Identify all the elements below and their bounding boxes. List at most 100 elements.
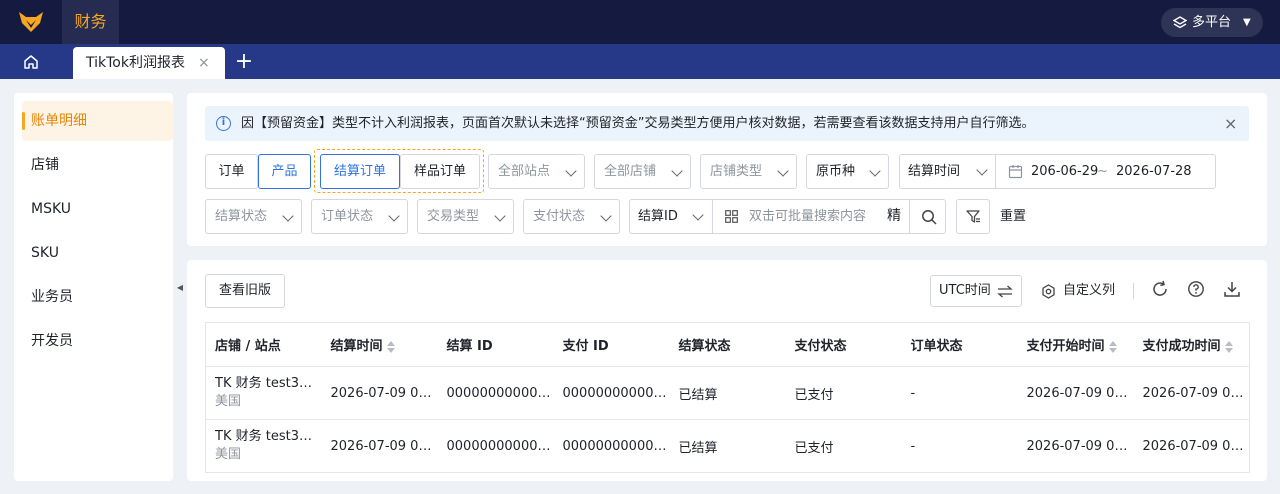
settle-status-select[interactable]: 结算状态 [205, 199, 302, 234]
trade-type-select[interactable]: 交易类型 [417, 199, 514, 234]
swap-icon [997, 285, 1013, 298]
column-header-label: 支付开始时间 [1026, 339, 1105, 354]
chevron-down-icon [777, 165, 789, 177]
table-row[interactable]: TK 财务 test3… 美国 2026-07-09 00:… 000000000… [205, 366, 1250, 420]
column-header-settle-time[interactable]: 结算时间 [321, 322, 438, 367]
sort-icon[interactable] [386, 340, 395, 354]
date-separator: ~ [1097, 164, 1108, 179]
currency-select[interactable]: 原币种 [806, 154, 889, 189]
cell-settle-time: 2026-07-09 00:… [330, 438, 438, 454]
column-header-pay-id: 支付 ID [553, 322, 670, 367]
column-header-label: 支付成功时间 [1142, 339, 1221, 354]
order-status-value: 订单状态 [321, 209, 374, 224]
help-icon[interactable] [1187, 280, 1205, 298]
sidebar-item-store[interactable]: 店铺 [22, 145, 173, 185]
utc-toggle-button[interactable]: UTC时间 [930, 275, 1022, 307]
dimension-product-button[interactable]: 产品 [258, 154, 311, 189]
bill-table: 店铺 / 站点 结算时间 结算 ID 支付 ID 结算状态 支付状态 订单状态 … [205, 322, 1250, 473]
cell-store: TK 财务 test3… 美国 [206, 420, 322, 473]
dimension-order-button[interactable]: 订单 [205, 154, 258, 189]
chevron-down-icon [565, 165, 577, 177]
batch-grid-icon[interactable] [725, 210, 738, 223]
column-header-label: 结算 ID [446, 339, 493, 354]
calendar-icon [1008, 165, 1023, 179]
chevron-down-icon [869, 165, 881, 177]
filter-button[interactable] [956, 199, 990, 234]
old-version-button[interactable]: 查看旧版 [205, 274, 285, 308]
settle-order-button[interactable]: 结算订单 [320, 154, 400, 189]
store-select[interactable]: 全部店铺 [594, 154, 691, 189]
column-header-store: 店铺 / 站点 [205, 322, 322, 367]
top-bar: 财务 多平台 ▼ [0, 0, 1280, 44]
notice-text: 因【预留资金】类型不计入利润报表，页面首次默认未选择“预留资金”交易类型方便用户… [241, 116, 1035, 131]
date-end[interactable]: 2026-07-28 [1116, 155, 1192, 188]
cell-settle-time: 2026-07-09 00:… [321, 366, 438, 420]
custom-columns-button[interactable]: 自定义列 [1041, 275, 1115, 307]
sidebar-item-developer[interactable]: 开发员 [22, 321, 173, 361]
cell-store: TK 财务 test3… 美国 [205, 366, 322, 420]
search-icon[interactable] [921, 209, 937, 225]
search-type-select[interactable]: 结算ID [630, 200, 713, 233]
cell-settle-id: 00000000000… [446, 438, 551, 454]
module-finance[interactable]: 财务 [62, 0, 119, 44]
sidebar-item-bill-detail[interactable]: 账单明细 [22, 101, 173, 141]
sidebar-item-msku[interactable]: MSKU [22, 189, 173, 229]
column-header-label: 结算时间 [330, 339, 383, 354]
sidebar-item-salesperson[interactable]: 业务员 [22, 277, 173, 317]
platform-selector[interactable]: 多平台 ▼ [1161, 8, 1263, 37]
add-tab-button[interactable]: + [231, 47, 257, 77]
tab-close-icon[interactable]: × [198, 47, 210, 79]
caret-down-icon: ▼ [1243, 17, 1251, 28]
divider [909, 200, 910, 233]
table-row[interactable]: TK 财务 test3… 美国 2026-07-09 00:… 000000000… [206, 420, 1250, 473]
filter-panel: i 因【预留资金】类型不计入利润报表，页面首次默认未选择“预留资金”交易类型方便… [187, 93, 1267, 246]
date-range-filter[interactable]: 结算时间 206-06-29 ~ 2026-07-28 [899, 154, 1216, 189]
sort-icon[interactable] [1224, 340, 1233, 354]
column-header-label: 支付 ID [562, 339, 609, 354]
sample-order-button[interactable]: 样品订单 [400, 154, 480, 189]
site-name: 美国 [215, 447, 242, 462]
search-group: 结算ID 双击可批量搜索内容 精 [629, 199, 946, 234]
chevron-down-icon [671, 165, 683, 177]
home-icon [24, 54, 38, 69]
cell-pay-id: 00000000000… [553, 366, 670, 420]
platform-label: 多平台 [1192, 15, 1232, 30]
chevron-down-icon [692, 209, 704, 221]
settings-icon [1042, 284, 1055, 299]
settle-status-value: 结算状态 [215, 209, 268, 224]
search-input[interactable]: 双击可批量搜索内容 [749, 200, 866, 233]
sidebar-item-sku[interactable]: SKU [22, 233, 173, 273]
cell-pay-status: 已支付 [794, 440, 834, 456]
column-header-settle-status: 结算状态 [669, 322, 786, 367]
reset-button[interactable]: 重置 [1000, 199, 1026, 234]
pay-status-select[interactable]: 支付状态 [523, 199, 620, 234]
sidebar-collapse-icon[interactable]: ◀ [173, 270, 187, 306]
column-header-pay-start-time[interactable]: 支付开始时间 [1017, 322, 1134, 367]
store-name: TK 财务 test3… [215, 429, 312, 444]
home-button[interactable] [0, 44, 62, 79]
currency-select-value: 原币种 [816, 164, 856, 179]
store-type-select[interactable]: 店铺类型 [700, 154, 797, 189]
date-type-select[interactable]: 结算时间 [900, 155, 996, 188]
search-type-value: 结算ID [638, 209, 678, 224]
notice-close-icon[interactable]: × [1224, 106, 1237, 141]
site-select-value: 全部站点 [498, 164, 551, 179]
download-icon[interactable] [1223, 280, 1241, 298]
tab-label: TikTok利润报表 [86, 55, 185, 71]
chevron-down-icon [494, 210, 506, 222]
column-header-pay-success-time[interactable]: 支付成功时间 [1133, 322, 1250, 367]
chevron-down-icon [976, 164, 988, 176]
tab-tiktok-profit-report[interactable]: TikTok利润报表 × [73, 47, 225, 79]
date-start[interactable]: 206-06-29 [1031, 155, 1098, 188]
refresh-icon[interactable] [1151, 280, 1169, 298]
precise-toggle[interactable]: 精 [887, 200, 901, 233]
chevron-down-icon [600, 210, 612, 222]
column-header-label: 店铺 / 站点 [215, 339, 281, 354]
order-status-select[interactable]: 订单状态 [311, 199, 408, 234]
fox-logo-icon[interactable] [18, 11, 44, 33]
sidebar: 账单明细 店铺 MSKU SKU 业务员 开发员 [14, 93, 173, 481]
column-header-label: 支付状态 [794, 339, 847, 354]
sort-icon[interactable] [1108, 340, 1117, 354]
site-select[interactable]: 全部站点 [488, 154, 585, 189]
cell-pay-success-time: 2026-07-09 07… [1133, 366, 1250, 420]
